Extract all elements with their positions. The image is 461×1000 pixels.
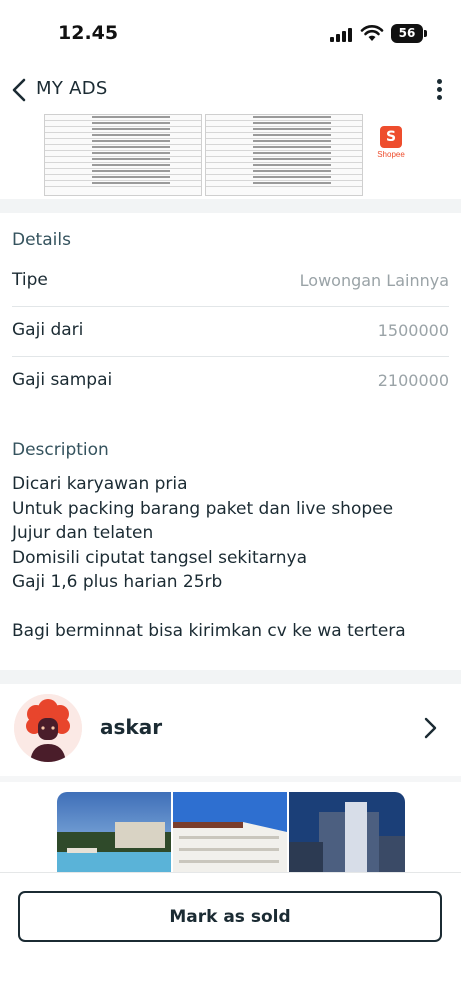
description-line: Gaji 1,6 plus harian 25rb [12, 572, 223, 592]
section-divider [0, 670, 461, 684]
detail-row-salary-to: Gaji sampai 2100000 [12, 357, 449, 407]
detail-value: 1500000 [377, 321, 449, 340]
section-divider [0, 199, 461, 213]
seller-name: askar [100, 715, 163, 739]
shopee-label: Shopee [377, 150, 405, 159]
back-arrow-icon[interactable] [8, 76, 32, 104]
header: MY ADS [0, 66, 461, 114]
more-options-icon[interactable] [428, 76, 450, 106]
battery-level: 56 [398, 26, 416, 40]
hotel-building-photo[interactable] [173, 792, 287, 874]
cellular-signal-icon [330, 26, 352, 42]
description-text: Dicari karyawan pria Untuk packing baran… [12, 472, 452, 644]
avatar [14, 694, 82, 762]
page-title: MY ADS [36, 78, 108, 99]
detail-label: Gaji sampai [12, 370, 113, 390]
details-heading: Details [12, 230, 71, 250]
bottom-action-bar: Mark as sold [0, 872, 461, 1000]
status-bar: 12.45 56 [0, 0, 461, 66]
spec-table-right [205, 114, 363, 196]
shopee-bag-icon: S [380, 126, 402, 148]
description-line: Jujur dan telaten [12, 523, 154, 543]
detail-value: Lowongan Lainnya [299, 271, 449, 290]
description-line: Dicari karyawan pria [12, 474, 188, 494]
wifi-icon [360, 25, 384, 41]
photo-gallery[interactable] [57, 792, 405, 874]
description-spacer [12, 595, 452, 620]
description-line: Untuk packing barang paket dan live shop… [12, 498, 394, 519]
detail-label: Gaji dari [12, 320, 84, 340]
seller-profile-row[interactable]: askar [0, 684, 461, 772]
spec-table-left [44, 114, 202, 196]
night-building-photo[interactable] [289, 792, 405, 874]
description-line: Domisili ciputat tangsel sekitarnya [12, 547, 307, 568]
section-divider [0, 776, 461, 782]
detail-row-salary-from: Gaji dari 1500000 [12, 307, 449, 357]
resort-pool-photo[interactable] [57, 792, 171, 874]
mark-as-sold-button[interactable]: Mark as sold [18, 891, 442, 942]
avatar-illustration-icon [14, 694, 82, 762]
status-time: 12.45 [58, 22, 119, 44]
detail-label: Tipe [12, 270, 48, 290]
ad-image[interactable]: S Shopee [0, 114, 461, 212]
chevron-right-icon [424, 717, 437, 739]
shopee-logo: S Shopee [376, 126, 406, 166]
description-heading: Description [12, 440, 109, 460]
battery-nub [424, 30, 427, 37]
battery-icon: 56 [391, 24, 423, 43]
detail-row-type: Tipe Lowongan Lainnya [12, 257, 449, 307]
description-line: Bagi berminnat bisa kirimkan cv ke wa te… [12, 621, 406, 641]
detail-value: 2100000 [377, 371, 449, 390]
